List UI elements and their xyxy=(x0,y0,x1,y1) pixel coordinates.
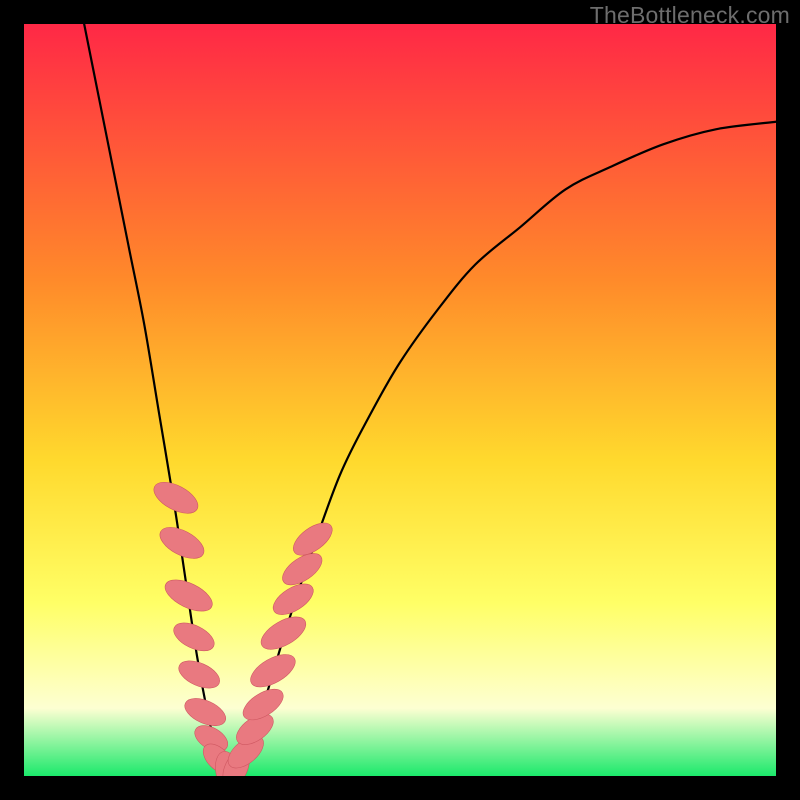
chart-svg xyxy=(24,24,776,776)
curve-marker xyxy=(175,655,224,693)
curve-marker xyxy=(245,648,300,694)
chart-frame: TheBottleneck.com xyxy=(0,0,800,800)
plot-area xyxy=(24,24,776,776)
curve-marker xyxy=(169,617,218,656)
curve-marker xyxy=(160,573,217,617)
curve-marker xyxy=(256,610,311,656)
